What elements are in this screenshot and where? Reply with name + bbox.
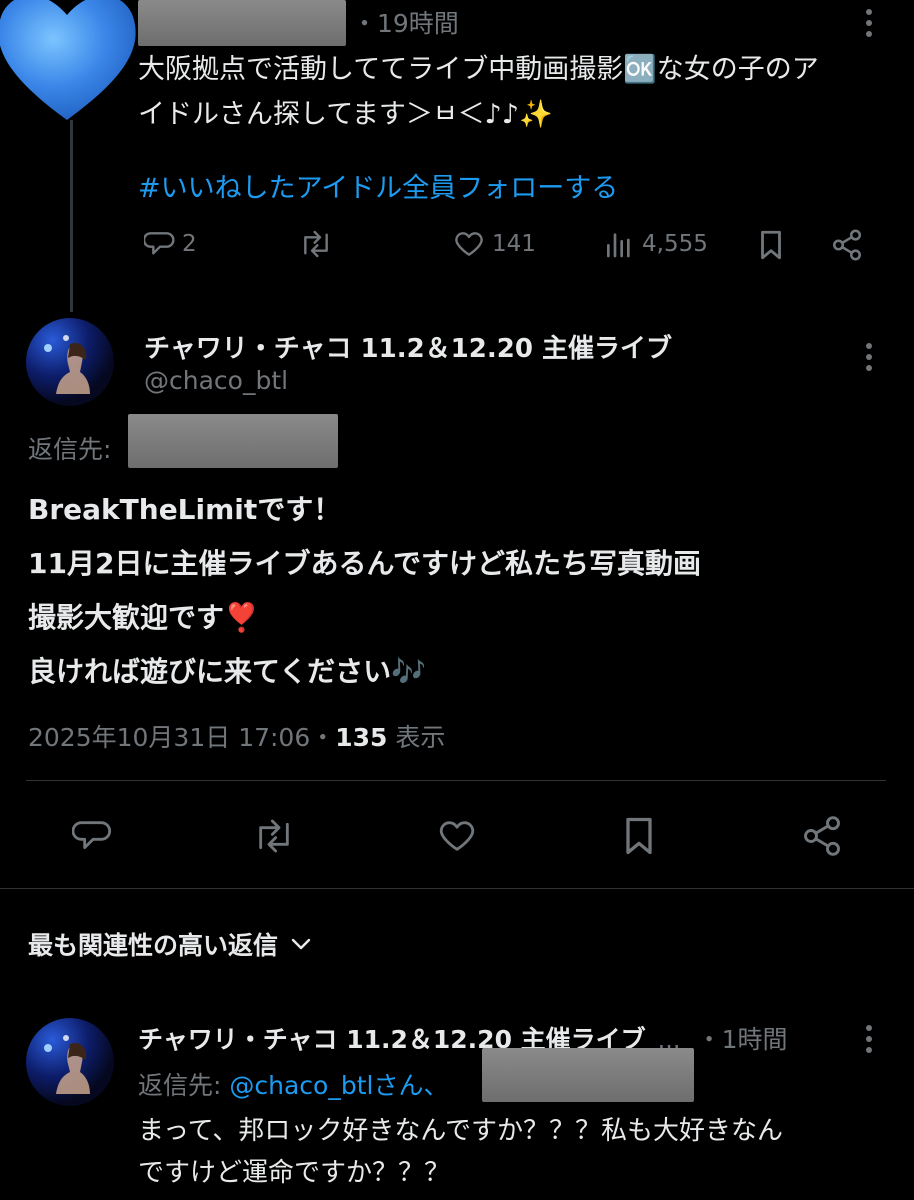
reply-to-label: 返信先: bbox=[138, 1071, 222, 1100]
share-button[interactable] bbox=[830, 228, 864, 262]
main-action-bar bbox=[0, 812, 914, 862]
bookmark-button[interactable] bbox=[756, 228, 786, 262]
meta-separator: ・ bbox=[310, 723, 336, 752]
reply-count: 2 bbox=[182, 231, 197, 257]
retweet-button[interactable] bbox=[298, 228, 334, 260]
parent-text-line2: イドルさん探してます＞ㅂ＜♪♪✨ bbox=[138, 99, 553, 130]
views-label: 表示 bbox=[395, 723, 446, 752]
bookmark-icon bbox=[626, 817, 652, 855]
thread-line bbox=[70, 120, 73, 312]
views-count: 4,555 bbox=[642, 231, 708, 257]
reply-tweet[interactable]: チャワリ・チャコ 11.2＆12.20 主催ライブ ... ・1時間 返信先: … bbox=[0, 1010, 914, 1200]
heart-icon bbox=[452, 228, 486, 260]
like-button[interactable] bbox=[436, 816, 478, 856]
retweet-icon bbox=[259, 819, 289, 853]
reply-button[interactable]: 2 bbox=[144, 228, 197, 260]
retweet-icon bbox=[298, 228, 334, 260]
tweet-meta: 2025年10月31日 17:06・135 表示 bbox=[28, 718, 445, 754]
replies-sort-label: 最も関連性の高い返信 bbox=[28, 931, 279, 960]
reply-to-label: 返信先: bbox=[28, 435, 112, 464]
handle[interactable]: @chaco_btl bbox=[144, 366, 288, 395]
divider bbox=[26, 780, 886, 781]
heart-icon bbox=[439, 821, 475, 851]
more-vertical-icon[interactable] bbox=[858, 6, 880, 40]
reply-to-redacted[interactable] bbox=[128, 414, 338, 468]
reply-icon bbox=[144, 228, 176, 260]
chevron-down-icon bbox=[290, 936, 312, 952]
retweet-button[interactable] bbox=[250, 816, 298, 856]
reply-icon bbox=[72, 821, 111, 850]
tweet-body-line1: BreakTheLimitです！ bbox=[28, 493, 342, 526]
blue-heart-icon[interactable] bbox=[0, 0, 142, 130]
views-bar-icon bbox=[602, 228, 636, 260]
parent-text-line1: 大阪拠点で活動しててライブ中動画撮影🆗な女の子のア bbox=[138, 54, 819, 85]
timestamp[interactable]: 2025年10月31日 17:06 bbox=[28, 723, 310, 752]
parent-time[interactable]: ・19時間 bbox=[352, 4, 459, 40]
reply-body-line2: ですけど運命ですか？？？ bbox=[138, 1158, 451, 1188]
divider bbox=[0, 888, 914, 889]
share-icon bbox=[830, 228, 864, 262]
reply-time[interactable]: ・1時間 bbox=[697, 1020, 788, 1056]
avatar[interactable] bbox=[26, 1018, 114, 1106]
share-icon bbox=[804, 816, 840, 856]
bookmark-button[interactable] bbox=[620, 814, 658, 858]
like-button[interactable]: 141 bbox=[452, 228, 536, 260]
tweet-body-line3: 撮影大歓迎です❣️ bbox=[28, 601, 259, 634]
tweet-body-line2: 11月2日に主催ライブあるんですけど私たち写真動画 bbox=[28, 547, 702, 580]
replies-sort-dropdown[interactable]: 最も関連性の高い返信 bbox=[28, 926, 312, 962]
more-vertical-icon[interactable] bbox=[858, 1022, 880, 1056]
tweet-body-line4: 良ければ遊びに来てください🎶 bbox=[28, 655, 427, 688]
main-tweet: チャワリ・チャコ 11.2＆12.20 主催ライブ @chaco_btl 返信先… bbox=[0, 310, 914, 800]
parent-tweet[interactable]: ・19時間 大阪拠点で活動しててライブ中動画撮影🆗な女の子のア イドルさん探して… bbox=[0, 0, 914, 312]
reply-to-line: 返信先: @chaco_btlさん、 bbox=[138, 1066, 448, 1102]
reply-button[interactable] bbox=[72, 816, 114, 856]
display-name[interactable]: チャワリ・チャコ 11.2＆12.20 主催ライブ bbox=[144, 328, 672, 365]
share-button[interactable] bbox=[800, 814, 844, 858]
views-count[interactable]: 135 bbox=[335, 723, 387, 752]
views-button[interactable]: 4,555 bbox=[602, 228, 708, 260]
bookmark-icon bbox=[756, 228, 786, 262]
parent-hashtag[interactable]: #いいねしたアイドル全員フォローする bbox=[138, 166, 618, 205]
reply-to-redacted[interactable] bbox=[482, 1048, 694, 1102]
reply-body-line1: まって、邦ロック好きなんですか？？？私も大好きなん bbox=[138, 1116, 784, 1146]
parent-author-redacted bbox=[138, 0, 346, 46]
more-vertical-icon[interactable] bbox=[858, 340, 880, 374]
avatar[interactable] bbox=[26, 318, 114, 406]
like-count: 141 bbox=[492, 231, 536, 257]
reply-to-handle[interactable]: @chaco_btlさん、 bbox=[229, 1071, 448, 1100]
